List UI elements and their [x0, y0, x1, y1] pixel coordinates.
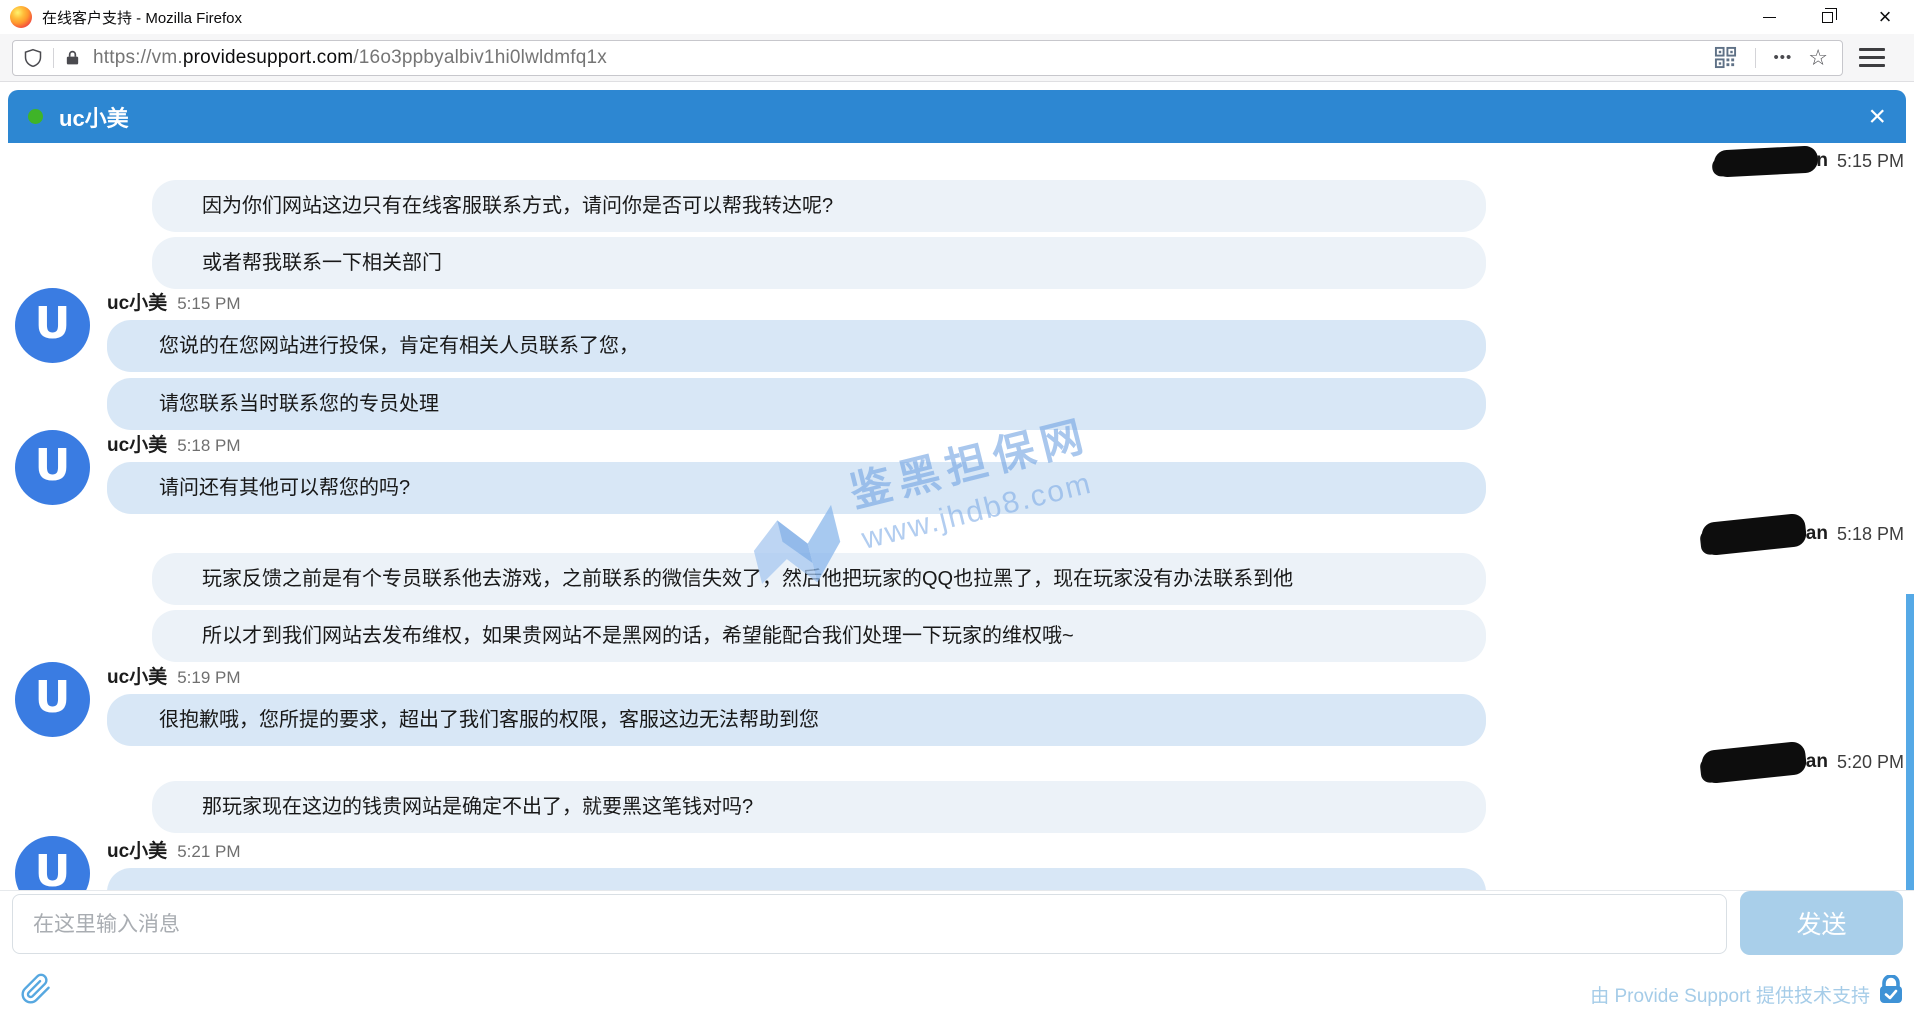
visitor-message-bubble: 那玩家现在这边的钱贵网站是确定不出了，就要黑这笔钱对吗? [152, 781, 1486, 833]
chat-message-group: Uuc小美 5:18 PM 请问还有其他可以帮您的吗? [0, 430, 1914, 514]
agent-message-bubble: 请问还有其他可以帮您的吗? [107, 462, 1486, 514]
url-scheme: https://vm. [93, 47, 183, 68]
divider [1755, 48, 1756, 68]
message-timestamp: 5:19 PM [177, 668, 240, 688]
browser-window: 在线客户支持 - Mozilla Firefox × https://vm.pr… [0, 0, 1914, 1009]
visitor-meta: an5:15 PM [0, 147, 1914, 175]
agent-message-bubble: 您说的在您网站进行投保，肯定有相关人员联系了您， [107, 320, 1486, 372]
divider [53, 48, 54, 68]
shield-icon[interactable] [23, 47, 43, 69]
chat-message-group: gan5:20 PM 那玩家现在这边的钱贵网站是确定不出了，就要黑这笔钱对吗? [0, 748, 1914, 833]
agent-name: uc小美 [107, 430, 167, 457]
agent-message-bubble [107, 868, 1486, 890]
visitor-message-bubble: 所以才到我们网站去发布维权，如果贵网站不是黑网的话，希望能配合我们处理一下玩家的… [152, 610, 1486, 662]
agent-avatar: U [15, 662, 90, 737]
message-timestamp: 5:15 PM [1837, 151, 1904, 172]
agent-message-bubble: 很抱歉哦，您所提的要求，超出了我们客服的权限，客服这边无法帮助到您 [107, 694, 1486, 746]
close-window-button[interactable]: × [1856, 0, 1914, 34]
visitor-message-bubble: 或者帮我联系一下相关部门 [152, 237, 1486, 289]
redaction-scribble [1701, 512, 1808, 556]
page-actions-icon[interactable]: ••• [1774, 49, 1793, 66]
window-titlebar: 在线客户支持 - Mozilla Firefox × [0, 0, 1914, 34]
agent-avatar-letter: U [35, 846, 71, 890]
window-title: 在线客户支持 - Mozilla Firefox [42, 7, 242, 28]
chat-message-group: Uuc小美 5:19 PM 很抱歉哦，您所提的要求，超出了我们客服的权限，客服这边无… [0, 662, 1914, 746]
agent-avatar: U [15, 288, 90, 363]
agent-name: uc小美 [107, 288, 167, 315]
agent-meta: uc小美 5:19 PM [0, 662, 1914, 688]
hamburger-menu-icon[interactable] [1859, 48, 1885, 67]
close-icon: × [1879, 6, 1892, 28]
message-timestamp: 5:20 PM [1837, 752, 1904, 773]
agent-name: uc小美 [107, 836, 167, 863]
url-domain: providesupport.com [183, 47, 353, 68]
chat-header: uc小美 × [8, 90, 1906, 143]
restore-icon [1822, 12, 1833, 23]
chat-message-group: Uuc小美 5:15 PM 您说的在您网站进行投保，肯定有相关人员联系了您， 请您联系… [0, 288, 1914, 430]
agent-meta: uc小美 5:15 PM [0, 288, 1914, 314]
chat-message-group: Uuc小美 5:21 PM [0, 836, 1914, 890]
firefox-icon [10, 6, 32, 28]
chat-message-area: an5:15 PM 因为你们网站这边只有在线客服联系方式，请问你是否可以帮我转达呢… [0, 143, 1914, 890]
url-text[interactable]: https://vm.providesupport.com/16o3ppbyal… [93, 47, 1714, 69]
url-path: /16o3ppbyalbiv1hi0lwldmfq1x [353, 47, 607, 68]
agent-message-bubble: 请您联系当时联系您的专员处理 [107, 378, 1486, 430]
visitor-message-bubble: 因为你们网站这边只有在线客服联系方式，请问你是否可以帮我转达呢? [152, 180, 1486, 232]
powered-by-label: 由 Provide Support 提供技术支持 [1590, 981, 1870, 1008]
message-timestamp: 5:18 PM [177, 436, 240, 456]
visitor-meta: gan5:20 PM [0, 748, 1914, 776]
chat-input-panel: 发送 由 Provide Support 提供技术支持 [0, 890, 1914, 1009]
qr-code-icon[interactable] [1714, 46, 1737, 69]
bookmark-star-icon[interactable]: ☆ [1808, 47, 1828, 69]
chat-message-group: gan5:18 PM 玩家反馈之前是有个专员联系他去游戏，之前联系的微信失效了，然… [0, 520, 1914, 662]
message-input[interactable] [12, 894, 1727, 954]
message-timestamp: 5:18 PM [1837, 524, 1904, 545]
browser-toolbar: https://vm.providesupport.com/16o3ppbyal… [0, 34, 1914, 82]
chat-close-button[interactable]: × [1868, 102, 1886, 132]
agent-avatar: U [15, 430, 90, 505]
agent-avatar-letter: U [35, 672, 71, 723]
paperclip-icon[interactable] [20, 973, 52, 1005]
visitor-meta: gan5:18 PM [0, 520, 1914, 548]
message-timestamp: 5:21 PM [177, 842, 240, 862]
online-status-dot [28, 109, 43, 124]
agent-avatar-letter: U [35, 298, 71, 349]
agent-avatar-letter: U [35, 440, 71, 491]
lock-icon[interactable] [64, 48, 81, 68]
url-bar[interactable]: https://vm.providesupport.com/16o3ppbyal… [12, 40, 1843, 76]
restore-button[interactable] [1798, 0, 1856, 34]
chat-message-group: an5:15 PM 因为你们网站这边只有在线客服联系方式，请问你是否可以帮我转达呢… [0, 147, 1914, 289]
agent-meta: uc小美 5:18 PM [0, 430, 1914, 456]
agent-meta: uc小美 5:21 PM [0, 836, 1914, 862]
redaction-scribble [1701, 740, 1808, 784]
chat-agent-name: uc小美 [59, 101, 129, 133]
message-timestamp: 5:15 PM [177, 294, 240, 314]
send-button[interactable]: 发送 [1740, 891, 1903, 955]
secure-lock-icon [1878, 975, 1904, 1005]
minimize-icon [1763, 17, 1776, 18]
redaction-scribble [1713, 145, 1818, 177]
visitor-message-bubble: 玩家反馈之前是有个专员联系他去游戏，之前联系的微信失效了，然后他把玩家的QQ也拉… [152, 553, 1486, 605]
agent-name: uc小美 [107, 662, 167, 689]
minimize-button[interactable] [1740, 0, 1798, 34]
scrollbar-thumb[interactable] [1906, 594, 1914, 890]
